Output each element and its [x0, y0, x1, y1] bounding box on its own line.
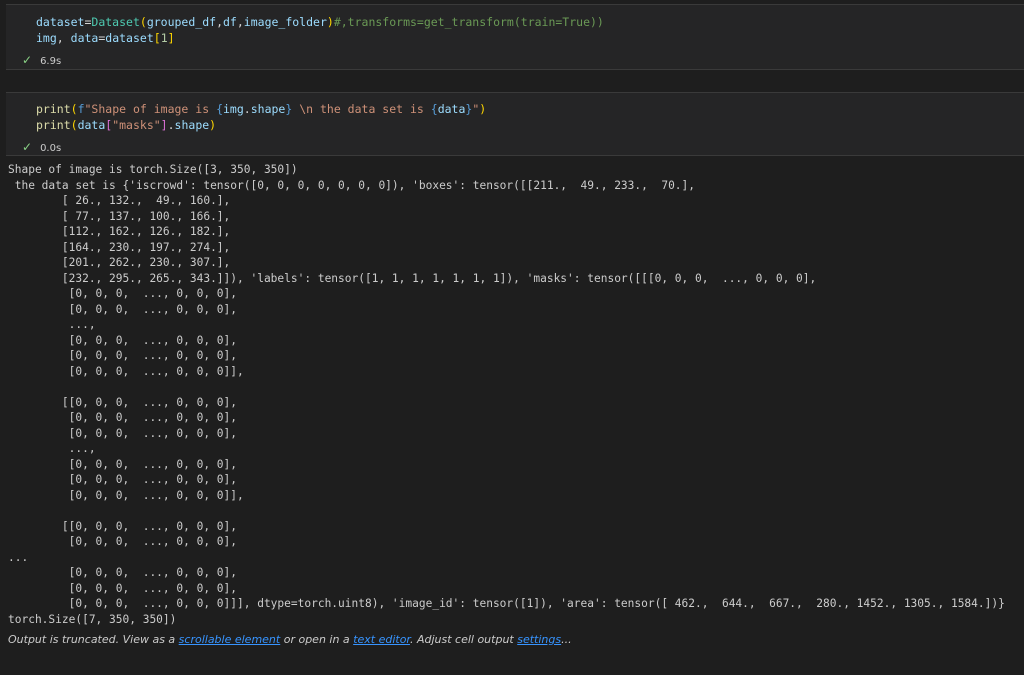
truncated-middle-2: . Adjust cell output	[409, 633, 518, 646]
output-line: [0, 0, 0, ..., 0, 0, 0],	[8, 302, 238, 316]
output-line: ...,	[8, 318, 96, 331]
output-line: [0, 0, 0, ..., 0, 0, 0],	[8, 473, 238, 486]
code-cell-2[interactable]: print(f"Shape of image is {img.shape} \n…	[0, 90, 1024, 156]
output-line: [0, 0, 0, ..., 0, 0, 0],	[8, 349, 238, 362]
truncated-prefix: Output is truncated. View as a	[8, 633, 179, 646]
output-line: torch.Size([7, 350, 350])	[8, 612, 177, 626]
code-token: 1	[160, 31, 168, 45]
code-token: )	[326, 15, 334, 29]
code-token: {	[430, 102, 438, 116]
output-line: [0, 0, 0, ..., 0, 0, 0]],	[8, 488, 244, 502]
success-check-icon: ✓	[22, 140, 33, 154]
output-line: [0, 0, 0, ..., 0, 0, 0]]], dtype=torch.u…	[8, 597, 1005, 610]
output-line: Shape of image is torch.Size([3, 350, 35…	[8, 163, 298, 176]
output-line: [ 26., 132., 49., 160.],	[8, 194, 231, 207]
code-token: Dataset	[91, 15, 140, 29]
code-token: .	[167, 118, 175, 132]
output-truncated-notice: Output is truncated. View as a scrollabl…	[8, 633, 572, 646]
output-line: ...	[8, 550, 29, 564]
output-line: ...,	[8, 442, 96, 455]
code-token: image_folder	[243, 15, 327, 29]
output-line: the data set is {'iscrowd': tensor([0, 0…	[8, 178, 696, 192]
code-token: img	[223, 102, 244, 116]
code-cell-1[interactable]: dataset=Dataset(grouped_df,df,image_fold…	[0, 0, 1024, 70]
code-token: (	[70, 102, 78, 116]
output-line: [0, 0, 0, ..., 0, 0, 0]],	[8, 364, 244, 378]
output-line: [[0, 0, 0, ..., 0, 0, 0],	[8, 519, 238, 533]
code-token: data	[437, 102, 466, 116]
output-line: [201., 262., 230., 307.],	[8, 256, 231, 269]
cell-output[interactable]: Shape of image is torch.Size([3, 350, 35…	[8, 162, 1018, 627]
execution-time: 0.0s	[40, 143, 62, 154]
output-line: [232., 295., 265., 343.]]), 'labels': te…	[8, 271, 817, 285]
output-line: [ 77., 137., 100., 166.],	[8, 209, 231, 223]
cell-2-line-2[interactable]: print(data["masks"].shape)	[36, 118, 216, 133]
output-line: [0, 0, 0, ..., 0, 0, 0],	[8, 426, 238, 440]
code-token: (	[139, 15, 147, 29]
output-line: [112., 162., 126., 182.],	[8, 225, 231, 238]
output-line: [0, 0, 0, ..., 0, 0, 0],	[8, 411, 238, 424]
code-token: img	[36, 31, 57, 45]
cell-1-status: ✓ 6.9s	[22, 53, 61, 67]
output-line: [0, 0, 0, ..., 0, 0, 0],	[8, 581, 238, 595]
code-token: grouped_df	[146, 15, 217, 29]
code-token: )	[209, 118, 217, 132]
code-token: dataset	[105, 31, 154, 45]
code-token: dataset	[36, 15, 85, 29]
output-line: [0, 0, 0, ..., 0, 0, 0],	[8, 287, 238, 300]
code-token: ,	[56, 31, 71, 45]
output-line: [0, 0, 0, ..., 0, 0, 0],	[8, 457, 238, 471]
cell-1-line-1[interactable]: dataset=Dataset(grouped_df,df,image_fold…	[36, 15, 604, 30]
code-token: df	[223, 15, 237, 29]
code-token: )	[479, 102, 487, 116]
code-token: #,transforms=get_transform(train=True))	[333, 15, 604, 29]
code-token: shape	[250, 102, 286, 116]
code-token: {	[216, 102, 223, 116]
execution-time: 6.9s	[40, 56, 62, 67]
code-token: \n the data set is	[292, 102, 431, 116]
cell-1-editor[interactable]: dataset=Dataset(grouped_df,df,image_fold…	[6, 4, 1024, 70]
code-token: print	[36, 102, 71, 116]
output-line: [0, 0, 0, ..., 0, 0, 0],	[8, 566, 238, 579]
code-token: ]	[167, 31, 175, 45]
scrollable-element-link[interactable]: scrollable element	[179, 633, 281, 646]
settings-link[interactable]: settings	[517, 633, 561, 646]
code-token: shape	[174, 118, 210, 132]
output-line: [0, 0, 0, ..., 0, 0, 0],	[8, 535, 238, 548]
success-check-icon: ✓	[22, 53, 33, 67]
output-line: [[0, 0, 0, ..., 0, 0, 0],	[8, 395, 238, 409]
output-line: [164., 230., 197., 274.],	[8, 240, 231, 254]
code-token: ]	[160, 118, 168, 132]
cell-2-editor[interactable]: print(f"Shape of image is {img.shape} \n…	[6, 92, 1024, 156]
code-token: data	[77, 118, 106, 132]
truncated-suffix: ...	[561, 633, 572, 646]
code-token: .	[243, 102, 251, 116]
code-token: ,	[236, 15, 244, 29]
cell-1-line-2[interactable]: img, data=dataset[1]	[36, 31, 175, 46]
code-token: "masks"	[112, 118, 161, 132]
code-token: f	[77, 102, 85, 116]
code-token: "Shape of image is	[84, 102, 217, 116]
output-line: [0, 0, 0, ..., 0, 0, 0],	[8, 333, 238, 347]
cell-2-status: ✓ 0.0s	[22, 140, 61, 154]
code-token: (	[70, 118, 78, 132]
code-token: print	[36, 118, 71, 132]
truncated-middle-1: or open in a	[280, 633, 354, 646]
cell-2-line-1[interactable]: print(f"Shape of image is {img.shape} \n…	[36, 102, 486, 117]
code-token: [	[153, 31, 161, 45]
text-editor-link[interactable]: text editor	[353, 633, 410, 646]
code-token: data	[70, 31, 99, 45]
code-token: ,	[216, 15, 223, 29]
